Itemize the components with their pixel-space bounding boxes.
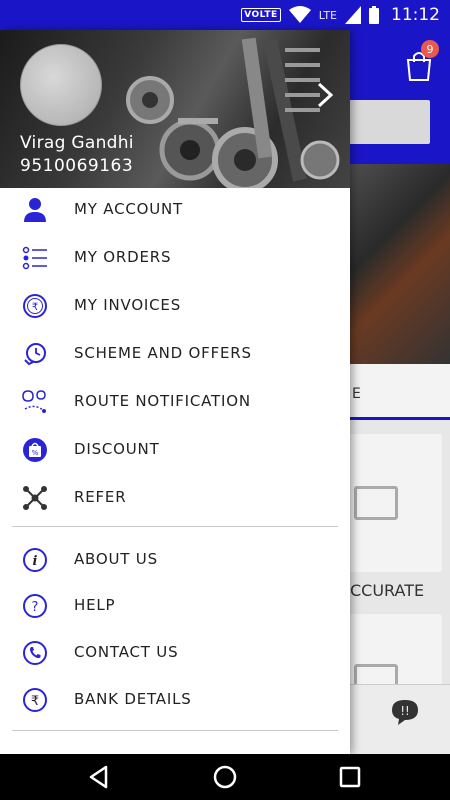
navigation-drawer: Virag Gandhi 9510069163 MY ACCOUNT MY OR… bbox=[0, 30, 350, 754]
menu-item-label: CONTACT US bbox=[74, 643, 179, 661]
menu-item-refer[interactable]: REFER bbox=[0, 476, 350, 520]
menu-item-discount[interactable]: % DISCOUNT bbox=[0, 428, 350, 472]
volte-indicator: VOLTE bbox=[241, 8, 281, 22]
divider bbox=[12, 526, 338, 527]
wifi-icon bbox=[288, 6, 311, 23]
menu-item-my-orders[interactable]: MY ORDERS bbox=[0, 236, 350, 280]
svg-text:%: % bbox=[32, 449, 39, 457]
menu-item-label: MY ACCOUNT bbox=[74, 200, 183, 218]
svg-text:!!: !! bbox=[400, 704, 410, 718]
drawer-header: Virag Gandhi 9510069163 bbox=[0, 30, 350, 188]
list-icon bbox=[22, 246, 47, 270]
route-icon bbox=[22, 390, 46, 413]
help-icon: ? bbox=[23, 594, 47, 618]
menu-item-label: MY INVOICES bbox=[74, 296, 182, 314]
menu-item-label: ROUTE NOTIFICATION bbox=[74, 392, 251, 410]
menu-item-help[interactable]: ? HELP bbox=[0, 584, 350, 628]
clock: 11:12 bbox=[391, 5, 440, 25]
chevron-right-icon[interactable] bbox=[314, 80, 336, 110]
avatar[interactable] bbox=[20, 44, 102, 126]
home-icon[interactable] bbox=[210, 762, 240, 792]
discount-bag-icon: % bbox=[23, 438, 47, 462]
rupee-circle-icon: ₹ bbox=[23, 294, 47, 318]
clock-offer-icon bbox=[24, 343, 46, 366]
menu-item-route-notification[interactable]: ROUTE NOTIFICATION bbox=[0, 380, 350, 424]
menu-item-label: DISCOUNT bbox=[74, 440, 160, 458]
menu-item-label: SCHEME AND OFFERS bbox=[74, 344, 252, 362]
svg-text:?: ? bbox=[32, 600, 39, 615]
cart-badge: 9 bbox=[421, 40, 439, 58]
image-placeholder-icon bbox=[354, 486, 398, 520]
user-name: Virag Gandhi bbox=[20, 133, 134, 153]
svg-text:₹: ₹ bbox=[31, 694, 39, 709]
signal-icon bbox=[345, 6, 361, 24]
svg-text:i: i bbox=[33, 554, 38, 569]
system-navigation-bar bbox=[0, 754, 450, 800]
battery-icon bbox=[369, 6, 379, 24]
menu-item-label: ABOUT US bbox=[74, 550, 158, 568]
menu-item-label: MY ORDERS bbox=[74, 248, 172, 266]
menu-item-label: HELP bbox=[74, 596, 116, 614]
menu-item-about-us[interactable]: i ABOUT US bbox=[0, 538, 350, 582]
recents-icon[interactable] bbox=[335, 762, 365, 792]
network-type: LTE bbox=[318, 8, 337, 22]
status-bar: VOLTE LTE 11:12 bbox=[0, 0, 450, 30]
menu-item-label: REFER bbox=[74, 488, 127, 506]
menu-item-bank-details[interactable]: ₹ BANK DETAILS bbox=[0, 678, 350, 722]
phone-icon bbox=[23, 641, 47, 665]
share-network-icon bbox=[23, 486, 47, 510]
info-icon: i bbox=[23, 548, 47, 572]
person-icon bbox=[24, 198, 46, 222]
back-icon[interactable] bbox=[84, 762, 114, 792]
menu-item-contact-us[interactable]: CONTACT US bbox=[0, 631, 350, 675]
svg-text:₹: ₹ bbox=[32, 302, 38, 313]
rupee-icon: ₹ bbox=[23, 688, 47, 712]
user-phone: 9510069163 bbox=[20, 156, 134, 176]
menu-item-my-invoices[interactable]: ₹ MY INVOICES bbox=[0, 284, 350, 328]
divider bbox=[12, 730, 338, 731]
chat-icon[interactable]: !! bbox=[390, 698, 420, 726]
menu-item-label: BANK DETAILS bbox=[74, 690, 192, 708]
menu-item-my-account[interactable]: MY ACCOUNT bbox=[0, 188, 350, 232]
menu-item-scheme-and-offers[interactable]: SCHEME AND OFFERS bbox=[0, 332, 350, 376]
